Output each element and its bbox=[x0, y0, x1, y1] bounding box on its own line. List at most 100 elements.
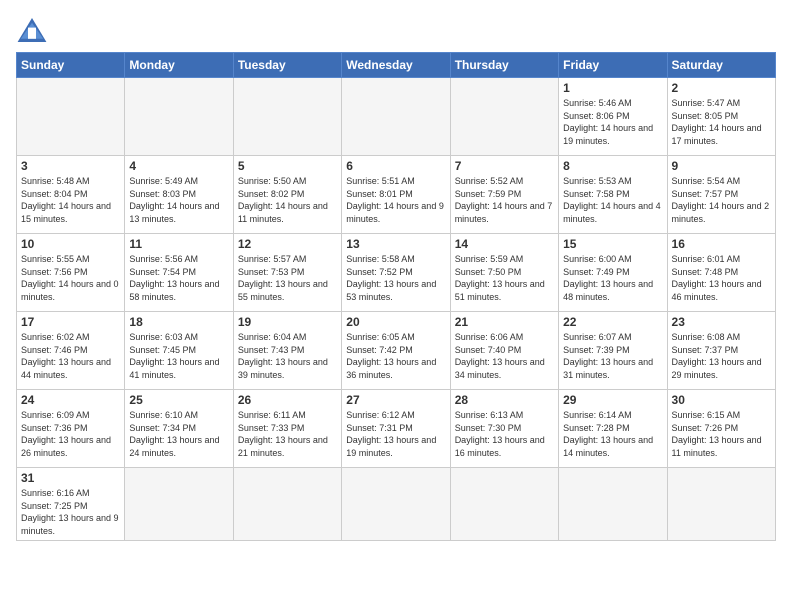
calendar-cell: 13 Sunrise: 5:58 AM Sunset: 7:52 PM Dayli… bbox=[342, 234, 450, 312]
day-info: Sunrise: 5:51 AM Sunset: 8:01 PM Dayligh… bbox=[346, 175, 445, 225]
weekday-header-tuesday: Tuesday bbox=[233, 53, 341, 78]
calendar-cell bbox=[125, 78, 233, 156]
calendar-cell bbox=[17, 78, 125, 156]
weekday-header-friday: Friday bbox=[559, 53, 667, 78]
day-number: 30 bbox=[672, 393, 771, 407]
calendar-cell: 17 Sunrise: 6:02 AM Sunset: 7:46 PM Dayli… bbox=[17, 312, 125, 390]
calendar-cell: 14Sunrise: 5:59 AM Sunset: 7:50 PM Dayli… bbox=[450, 234, 558, 312]
day-number: 22 bbox=[563, 315, 662, 329]
week-row-3: 17 Sunrise: 6:02 AM Sunset: 7:46 PM Dayli… bbox=[17, 312, 776, 390]
day-number: 6 bbox=[346, 159, 445, 173]
week-row-5: 31Sunrise: 6:16 AM Sunset: 7:25 PM Dayli… bbox=[17, 468, 776, 541]
calendar-cell: 29 Sunrise: 6:14 AM Sunset: 7:28 PM Dayli… bbox=[559, 390, 667, 468]
calendar-cell bbox=[233, 468, 341, 541]
day-number: 12 bbox=[238, 237, 337, 251]
day-number: 28 bbox=[455, 393, 554, 407]
day-info: Sunrise: 6:04 AM Sunset: 7:43 PM Dayligh… bbox=[238, 331, 337, 381]
calendar-cell: 2 Sunrise: 5:47 AM Sunset: 8:05 PM Daylig… bbox=[667, 78, 775, 156]
weekday-header-wednesday: Wednesday bbox=[342, 53, 450, 78]
calendar-cell: 30 Sunrise: 6:15 AM Sunset: 7:26 PM Dayli… bbox=[667, 390, 775, 468]
day-info: Sunrise: 6:01 AM Sunset: 7:48 PM Dayligh… bbox=[672, 253, 771, 303]
day-info: Sunrise: 5:56 AM Sunset: 7:54 PM Dayligh… bbox=[129, 253, 228, 303]
day-info: Sunrise: 5:57 AM Sunset: 7:53 PM Dayligh… bbox=[238, 253, 337, 303]
calendar-cell bbox=[125, 468, 233, 541]
week-row-4: 24 Sunrise: 6:09 AM Sunset: 7:36 PM Dayli… bbox=[17, 390, 776, 468]
day-number: 11 bbox=[129, 237, 228, 251]
day-info: Sunrise: 5:47 AM Sunset: 8:05 PM Dayligh… bbox=[672, 97, 771, 147]
calendar-cell bbox=[450, 78, 558, 156]
day-info: Sunrise: 6:16 AM Sunset: 7:25 PM Dayligh… bbox=[21, 487, 120, 537]
day-info: Sunrise: 6:07 AM Sunset: 7:39 PM Dayligh… bbox=[563, 331, 662, 381]
calendar-cell bbox=[559, 468, 667, 541]
day-number: 1 bbox=[563, 81, 662, 95]
calendar-cell: 7 Sunrise: 5:52 AM Sunset: 7:59 PM Daylig… bbox=[450, 156, 558, 234]
calendar-cell: 5 Sunrise: 5:50 AM Sunset: 8:02 PM Daylig… bbox=[233, 156, 341, 234]
day-number: 13 bbox=[346, 237, 445, 251]
week-row-2: 10Sunrise: 5:55 AM Sunset: 7:56 PM Dayli… bbox=[17, 234, 776, 312]
day-number: 23 bbox=[672, 315, 771, 329]
day-number: 25 bbox=[129, 393, 228, 407]
day-info: Sunrise: 5:53 AM Sunset: 7:58 PM Dayligh… bbox=[563, 175, 662, 225]
day-number: 3 bbox=[21, 159, 120, 173]
day-info: Sunrise: 5:48 AM Sunset: 8:04 PM Dayligh… bbox=[21, 175, 120, 225]
day-number: 5 bbox=[238, 159, 337, 173]
day-info: Sunrise: 5:54 AM Sunset: 7:57 PM Dayligh… bbox=[672, 175, 771, 225]
day-number: 19 bbox=[238, 315, 337, 329]
day-info: Sunrise: 6:05 AM Sunset: 7:42 PM Dayligh… bbox=[346, 331, 445, 381]
day-info: Sunrise: 6:15 AM Sunset: 7:26 PM Dayligh… bbox=[672, 409, 771, 459]
day-number: 7 bbox=[455, 159, 554, 173]
calendar-cell: 31Sunrise: 6:16 AM Sunset: 7:25 PM Dayli… bbox=[17, 468, 125, 541]
day-number: 8 bbox=[563, 159, 662, 173]
calendar-cell: 25Sunrise: 6:10 AM Sunset: 7:34 PM Dayli… bbox=[125, 390, 233, 468]
page: SundayMondayTuesdayWednesdayThursdayFrid… bbox=[0, 0, 792, 612]
week-row-1: 3 Sunrise: 5:48 AM Sunset: 8:04 PM Daylig… bbox=[17, 156, 776, 234]
day-info: Sunrise: 5:58 AM Sunset: 7:52 PM Dayligh… bbox=[346, 253, 445, 303]
day-number: 24 bbox=[21, 393, 120, 407]
day-info: Sunrise: 6:14 AM Sunset: 7:28 PM Dayligh… bbox=[563, 409, 662, 459]
day-number: 26 bbox=[238, 393, 337, 407]
day-number: 9 bbox=[672, 159, 771, 173]
day-info: Sunrise: 6:09 AM Sunset: 7:36 PM Dayligh… bbox=[21, 409, 120, 459]
day-info: Sunrise: 6:02 AM Sunset: 7:46 PM Dayligh… bbox=[21, 331, 120, 381]
day-info: Sunrise: 6:11 AM Sunset: 7:33 PM Dayligh… bbox=[238, 409, 337, 459]
day-info: Sunrise: 6:08 AM Sunset: 7:37 PM Dayligh… bbox=[672, 331, 771, 381]
day-number: 21 bbox=[455, 315, 554, 329]
calendar-cell bbox=[342, 78, 450, 156]
day-info: Sunrise: 5:52 AM Sunset: 7:59 PM Dayligh… bbox=[455, 175, 554, 225]
calendar-cell: 27 Sunrise: 6:12 AM Sunset: 7:31 PM Dayli… bbox=[342, 390, 450, 468]
calendar-cell bbox=[450, 468, 558, 541]
calendar-cell: 11 Sunrise: 5:56 AM Sunset: 7:54 PM Dayli… bbox=[125, 234, 233, 312]
week-row-0: 1 Sunrise: 5:46 AM Sunset: 8:06 PM Daylig… bbox=[17, 78, 776, 156]
calendar-cell: 1 Sunrise: 5:46 AM Sunset: 8:06 PM Daylig… bbox=[559, 78, 667, 156]
weekday-header-saturday: Saturday bbox=[667, 53, 775, 78]
weekday-header-row: SundayMondayTuesdayWednesdayThursdayFrid… bbox=[17, 53, 776, 78]
calendar-cell: 26 Sunrise: 6:11 AM Sunset: 7:33 PM Dayli… bbox=[233, 390, 341, 468]
calendar-cell: 18Sunrise: 6:03 AM Sunset: 7:45 PM Dayli… bbox=[125, 312, 233, 390]
calendar-cell: 23 Sunrise: 6:08 AM Sunset: 7:37 PM Dayli… bbox=[667, 312, 775, 390]
day-number: 2 bbox=[672, 81, 771, 95]
day-info: Sunrise: 5:50 AM Sunset: 8:02 PM Dayligh… bbox=[238, 175, 337, 225]
calendar-cell: 24 Sunrise: 6:09 AM Sunset: 7:36 PM Dayli… bbox=[17, 390, 125, 468]
day-info: Sunrise: 6:00 AM Sunset: 7:49 PM Dayligh… bbox=[563, 253, 662, 303]
calendar-cell: 3 Sunrise: 5:48 AM Sunset: 8:04 PM Daylig… bbox=[17, 156, 125, 234]
weekday-header-sunday: Sunday bbox=[17, 53, 125, 78]
day-info: Sunrise: 6:13 AM Sunset: 7:30 PM Dayligh… bbox=[455, 409, 554, 459]
day-number: 27 bbox=[346, 393, 445, 407]
day-number: 16 bbox=[672, 237, 771, 251]
day-number: 17 bbox=[21, 315, 120, 329]
calendar-cell: 16 Sunrise: 6:01 AM Sunset: 7:48 PM Dayli… bbox=[667, 234, 775, 312]
calendar-cell: 22 Sunrise: 6:07 AM Sunset: 7:39 PM Dayli… bbox=[559, 312, 667, 390]
calendar-cell: 15 Sunrise: 6:00 AM Sunset: 7:49 PM Dayli… bbox=[559, 234, 667, 312]
calendar-cell: 20Sunrise: 6:05 AM Sunset: 7:42 PM Dayli… bbox=[342, 312, 450, 390]
calendar-cell: 19 Sunrise: 6:04 AM Sunset: 7:43 PM Dayli… bbox=[233, 312, 341, 390]
day-number: 29 bbox=[563, 393, 662, 407]
day-info: Sunrise: 5:49 AM Sunset: 8:03 PM Dayligh… bbox=[129, 175, 228, 225]
day-info: Sunrise: 6:12 AM Sunset: 7:31 PM Dayligh… bbox=[346, 409, 445, 459]
calendar-cell: 6 Sunrise: 5:51 AM Sunset: 8:01 PM Daylig… bbox=[342, 156, 450, 234]
calendar-cell bbox=[667, 468, 775, 541]
calendar-cell: 21Sunrise: 6:06 AM Sunset: 7:40 PM Dayli… bbox=[450, 312, 558, 390]
calendar-cell: 12 Sunrise: 5:57 AM Sunset: 7:53 PM Dayli… bbox=[233, 234, 341, 312]
day-number: 15 bbox=[563, 237, 662, 251]
calendar-cell bbox=[342, 468, 450, 541]
day-info: Sunrise: 5:46 AM Sunset: 8:06 PM Dayligh… bbox=[563, 97, 662, 147]
